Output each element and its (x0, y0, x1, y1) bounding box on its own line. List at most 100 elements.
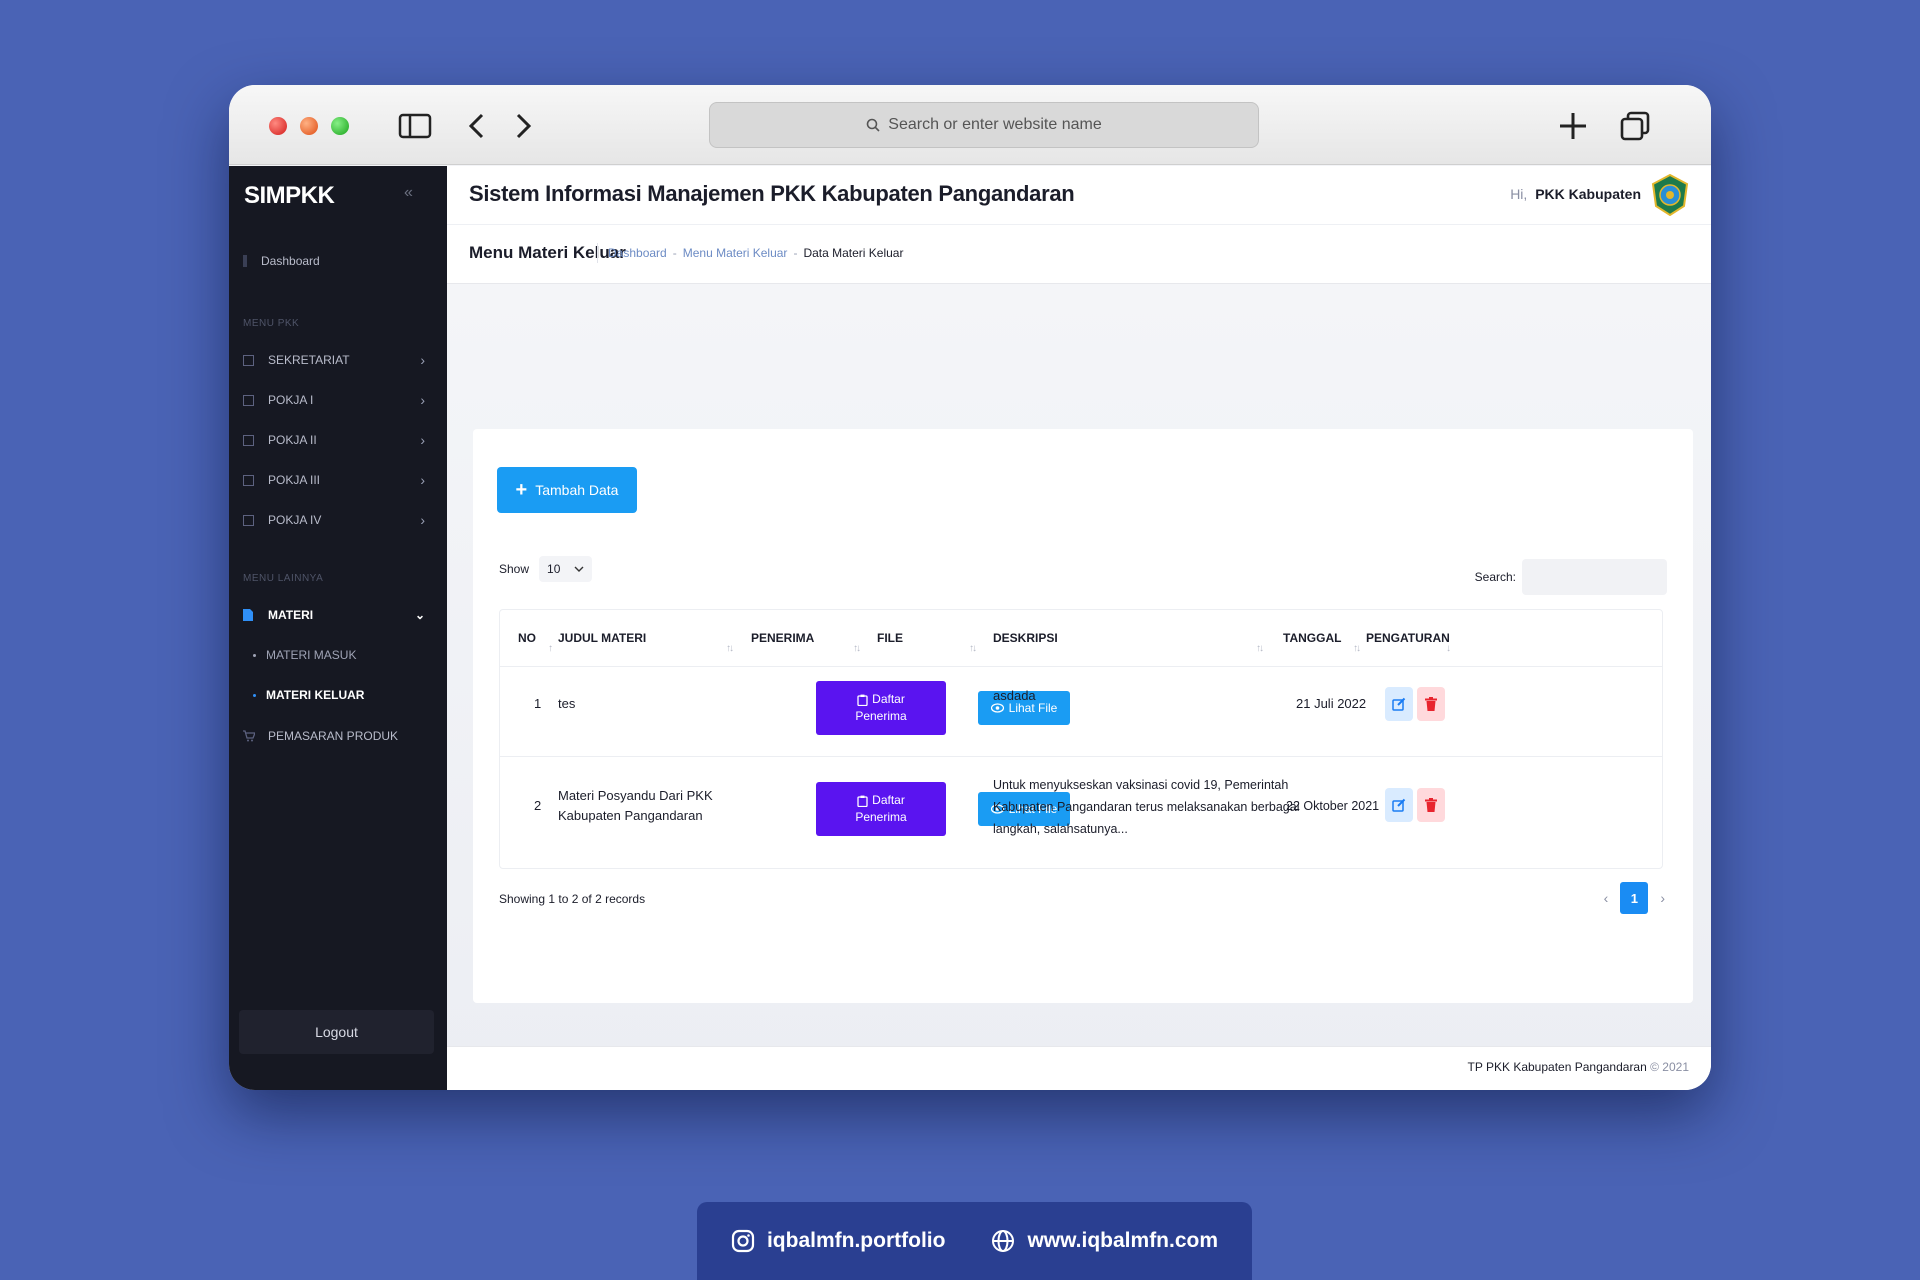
website-url: www.iqbalmfn.com (1027, 1229, 1219, 1252)
page-length-control: Show 10 (499, 556, 593, 582)
url-bar[interactable]: Search or enter website name (709, 102, 1259, 148)
sidebar-item-pemasaran-produk[interactable]: PEMASARAN PRODUK (243, 721, 433, 751)
sidebar-item-pokja-4[interactable]: POKJA IV › (243, 505, 433, 535)
column-header-penerima[interactable]: PENERIMA ↑↓ (751, 610, 861, 666)
regency-emblem-icon[interactable] (1651, 174, 1689, 216)
page-length-select[interactable]: 10 (539, 556, 593, 582)
column-header-pengaturan[interactable]: PENGATURAN ↓ (1366, 610, 1451, 666)
search-input[interactable] (1522, 559, 1667, 595)
page-button[interactable]: 1 (1620, 882, 1649, 914)
sidebar-item-pokja-2[interactable]: POKJA II › (243, 425, 433, 455)
minimize-window-button[interactable] (300, 117, 318, 135)
search-label: Search: (1474, 570, 1516, 584)
back-icon[interactable] (459, 109, 495, 143)
instagram-icon (731, 1229, 755, 1253)
url-placeholder: Search or enter website name (888, 116, 1102, 133)
main-content: Sistem Informasi Manajemen PKK Kabupaten… (447, 166, 1711, 1090)
close-window-button[interactable] (269, 117, 287, 135)
sort-icon: ↓ (1446, 643, 1451, 654)
tambah-data-button[interactable]: + Tambah Data (497, 467, 637, 513)
page-length-value: 10 (547, 562, 561, 576)
sort-icon: ↑ (548, 643, 553, 654)
folder-icon (243, 394, 254, 406)
header-divider (447, 224, 1711, 225)
page-footer: TP PKK Kabupaten Pangandaran © 2021 (447, 1046, 1711, 1090)
logout-button[interactable]: Logout (239, 1010, 434, 1054)
sidebar-item-sekretariat[interactable]: SEKRETARIAT › (243, 345, 433, 375)
prev-page-icon[interactable]: ‹ (1604, 890, 1609, 906)
bullet-icon (253, 653, 256, 657)
sidebar-subitem-materi-keluar[interactable]: MATERI KELUAR (253, 681, 364, 709)
daftar-penerima-button[interactable]: Daftar Penerima (816, 782, 946, 836)
sidebar-subitem-materi-masuk[interactable]: MATERI MASUK (253, 641, 356, 669)
sidebar: SIMPKK « Dashboard MENU PKK SEKRETARIAT … (229, 166, 447, 1090)
edit-icon (1392, 697, 1406, 711)
cell-no: 1 (534, 696, 542, 711)
materi-table: NO ↑ JUDUL MATERI ↑↓ PENERIMA ↑↓ FILE ↑↓ DES… (499, 609, 1663, 869)
forward-icon[interactable] (505, 109, 541, 143)
sidebar-toggle-icon[interactable] (397, 109, 433, 143)
footer-copyright: © 2021 (1650, 1060, 1689, 1074)
footer-text: TP PKK Kabupaten Pangandaran © 2021 (1468, 1060, 1689, 1074)
social-banner: iqbalmfn.portfolio www.iqbalmfn.com (697, 1202, 1252, 1280)
sidebar-item-label: MATERI (268, 608, 314, 622)
sort-icon: ↑↓ (969, 643, 977, 654)
next-page-icon[interactable]: › (1660, 890, 1665, 906)
edit-button[interactable] (1385, 687, 1413, 721)
collapse-sidebar-icon[interactable]: « (404, 184, 413, 202)
edit-button[interactable] (1385, 788, 1413, 822)
delete-button[interactable] (1417, 687, 1445, 721)
maximize-window-button[interactable] (331, 117, 349, 135)
sidebar-item-materi[interactable]: MATERI ⌄ (243, 600, 433, 630)
trash-icon (1425, 697, 1437, 711)
cell-no: 2 (534, 798, 542, 813)
instagram-link[interactable]: iqbalmfn.portfolio (731, 1229, 945, 1253)
cell-judul: tes (558, 696, 576, 711)
browser-titlebar: Search or enter website name (229, 85, 1711, 165)
column-header-file[interactable]: FILE ↑↓ (877, 610, 977, 666)
breadcrumb-dashboard[interactable]: Dashboard (608, 246, 667, 260)
cell-tanggal: 21 Juli 2022 (1296, 696, 1367, 711)
new-tab-icon[interactable] (1555, 109, 1591, 143)
daftar-penerima-button[interactable]: Daftar Penerima (816, 681, 946, 735)
chevron-down-icon (574, 566, 584, 572)
clipboard-icon (857, 795, 868, 807)
data-card: + Tambah Data Show 10 Search: NO ↑ JUDUL … (473, 429, 1693, 1003)
column-header-judul-materi[interactable]: JUDUL MATERI ↑↓ (558, 610, 734, 666)
website-link[interactable]: www.iqbalmfn.com (991, 1229, 1218, 1253)
footer-org: TP PKK Kabupaten Pangandaran (1467, 1060, 1647, 1074)
show-label: Show (499, 562, 530, 576)
column-header-deskripsi[interactable]: DESKRIPSI ↑↓ (993, 610, 1264, 666)
sidebar-item-label: SEKRETARIAT (268, 353, 350, 367)
app-title: Sistem Informasi Manajemen PKK Kabupaten… (469, 181, 1075, 206)
brand-logo-text[interactable]: SIMPKK (244, 182, 335, 210)
delete-button[interactable] (1417, 788, 1445, 822)
instagram-handle: iqbalmfn.portfolio (766, 1229, 946, 1252)
folder-icon (243, 434, 254, 446)
breadcrumb: Dashboard - Menu Materi Keluar - Data Ma… (597, 243, 903, 263)
chevron-right-icon: › (420, 392, 425, 408)
dashboard-icon (243, 255, 247, 267)
user-greeting[interactable]: Hi, PKK Kabupaten (1510, 186, 1641, 202)
sidebar-item-label: Dashboard (261, 254, 320, 268)
sort-icon: ↑↓ (853, 643, 861, 654)
breadcrumb-separator: - (793, 246, 798, 260)
sidebar-item-pokja-1[interactable]: POKJA I › (243, 385, 433, 415)
plus-icon: + (515, 479, 528, 501)
chevron-right-icon: › (420, 352, 425, 368)
sidebar-subitem-label: MATERI KELUAR (266, 688, 365, 702)
cart-icon (243, 730, 255, 742)
breadcrumb-menu-materi-keluar[interactable]: Menu Materi Keluar (683, 246, 788, 260)
tab-overview-icon[interactable] (1617, 109, 1653, 143)
sidebar-item-pokja-3[interactable]: POKJA III › (243, 465, 433, 495)
trash-icon (1425, 798, 1437, 812)
column-header-tanggal[interactable]: TANGGAL ↑↓ (1283, 610, 1361, 666)
column-header-no[interactable]: NO ↑ (518, 610, 553, 666)
chevron-down-icon: ⌄ (414, 608, 425, 622)
folder-icon (243, 474, 254, 486)
sidebar-item-label: POKJA I (268, 393, 314, 407)
breadcrumb-current: Data Materi Keluar (803, 246, 904, 260)
sidebar-item-dashboard[interactable]: Dashboard (243, 246, 433, 276)
sidebar-item-label: POKJA II (268, 433, 317, 447)
edit-icon (1392, 798, 1406, 812)
